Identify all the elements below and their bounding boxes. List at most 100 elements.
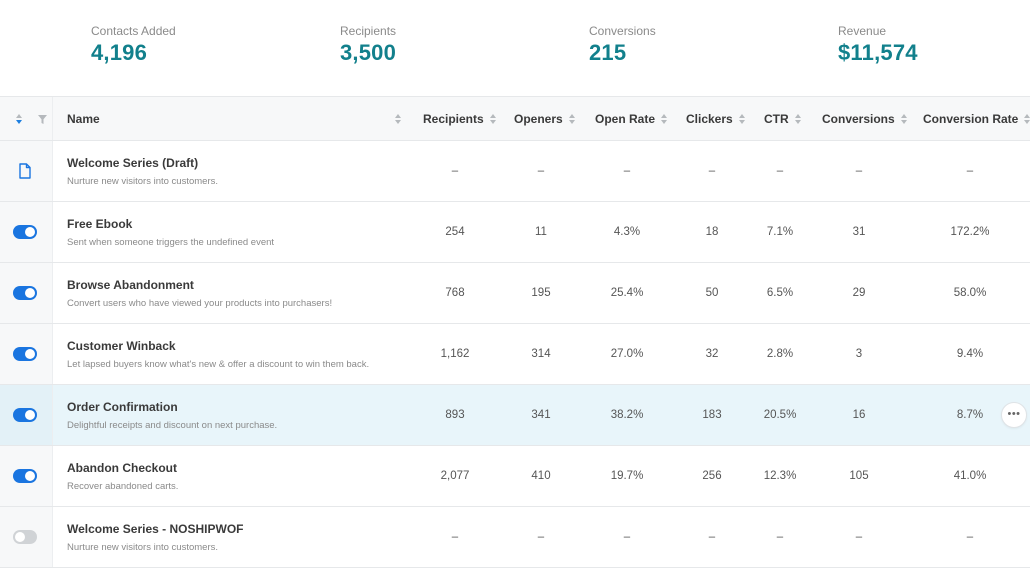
column-header-recipients[interactable]: Recipients <box>423 97 497 141</box>
cell-open-rate: – <box>623 531 631 543</box>
sort-icon[interactable] <box>395 114 402 125</box>
row-status-cell <box>0 385 53 445</box>
more-options-button[interactable]: ••• <box>1001 402 1027 428</box>
cell-conversion-rate: – <box>966 531 974 543</box>
status-toggle[interactable] <box>13 347 37 361</box>
toggle-knob <box>25 349 35 359</box>
cell-recipients: 768 <box>445 287 465 299</box>
cell-conversions: 31 <box>852 226 866 238</box>
column-header-name[interactable]: Name <box>67 97 100 141</box>
cell-ctr: – <box>776 165 784 177</box>
row-status-cell <box>0 507 53 567</box>
stats-summary: Contacts Added 4,196 Recipients 3,500 Co… <box>0 0 1030 96</box>
table-row[interactable]: Customer Winback Let lapsed buyers know … <box>0 324 1030 385</box>
cell-ctr: 7.1% <box>766 226 794 238</box>
cell-recipients: – <box>451 165 459 177</box>
status-toggle[interactable] <box>13 225 37 239</box>
sort-icon[interactable] <box>16 114 23 125</box>
column-label: Name <box>67 112 100 126</box>
stat-label: Contacts Added <box>91 24 176 38</box>
cell-conversion-rate: 41.0% <box>953 470 987 482</box>
stat-value: 3,500 <box>340 40 397 65</box>
flow-name[interactable]: Free Ebook <box>67 217 132 231</box>
flow-description: Convert users who have viewed your produ… <box>67 298 333 309</box>
cell-openers: – <box>537 531 545 543</box>
cell-clickers: – <box>708 165 716 177</box>
cell-openers: 341 <box>531 409 551 421</box>
cell-ctr: 12.3% <box>763 470 797 482</box>
stat-revenue: Revenue $11,574 <box>838 24 918 66</box>
column-header-conversion-rate[interactable]: Conversion Rate <box>923 97 1030 141</box>
cell-recipients: 254 <box>445 226 465 238</box>
cell-clickers: 183 <box>702 409 722 421</box>
cell-conversion-rate: 58.0% <box>953 287 987 299</box>
cell-clickers: – <box>708 531 716 543</box>
cell-conversions: 16 <box>852 409 866 421</box>
column-label: Clickers <box>686 112 733 126</box>
flow-description: Delightful receipts and discount on next… <box>67 420 278 431</box>
cell-conversions: 105 <box>849 470 869 482</box>
cell-open-rate: 19.7% <box>610 470 644 482</box>
flow-name[interactable]: Customer Winback <box>67 339 176 353</box>
stat-label: Conversions <box>589 24 656 38</box>
cell-conversions: 3 <box>855 348 863 360</box>
filter-icon[interactable] <box>38 115 47 124</box>
cell-openers: 11 <box>535 226 547 238</box>
table-header: Name Recipients Openers Open Rate Clicke… <box>0 96 1030 141</box>
cell-clickers: 50 <box>705 287 719 299</box>
toggle-knob <box>25 410 35 420</box>
document-icon <box>19 163 31 179</box>
cell-openers: 410 <box>531 470 551 482</box>
cell-open-rate: 25.4% <box>610 287 644 299</box>
cell-recipients: 1,162 <box>440 348 470 360</box>
cell-open-rate: 27.0% <box>610 348 644 360</box>
cell-conversion-rate: 9.4% <box>956 348 984 360</box>
stat-value: $11,574 <box>838 40 918 65</box>
table-row[interactable]: Abandon Checkout Recover abandoned carts… <box>0 446 1030 507</box>
flow-name[interactable]: Order Confirmation <box>67 400 178 414</box>
flow-name[interactable]: Abandon Checkout <box>67 461 177 475</box>
cell-openers: 314 <box>531 348 551 360</box>
row-status-cell <box>0 324 53 384</box>
cell-conversion-rate: 8.7% <box>956 409 984 421</box>
cell-open-rate: 4.3% <box>613 226 641 238</box>
column-header-open-rate[interactable]: Open Rate <box>595 97 668 141</box>
row-status-cell <box>0 446 53 506</box>
control-column-header <box>0 97 53 140</box>
column-header-clickers[interactable]: Clickers <box>686 97 746 141</box>
toggle-knob <box>25 471 35 481</box>
column-label: CTR <box>764 112 789 126</box>
toggle-knob <box>15 532 25 542</box>
flow-description: Recover abandoned carts. <box>67 481 179 492</box>
cell-conversions: 29 <box>852 287 866 299</box>
flow-name[interactable]: Welcome Series (Draft) <box>67 156 198 170</box>
column-label: Conversions <box>822 112 895 126</box>
cell-ctr: – <box>776 531 784 543</box>
flow-description: Let lapsed buyers know what's new & offe… <box>67 359 370 370</box>
sort-icon <box>738 114 746 125</box>
cell-clickers: 32 <box>705 348 719 360</box>
cell-ctr: 2.8% <box>766 348 794 360</box>
column-label: Recipients <box>423 112 484 126</box>
status-toggle[interactable] <box>13 408 37 422</box>
column-header-openers[interactable]: Openers <box>514 97 576 141</box>
table-row[interactable]: Order Confirmation Delightful receipts a… <box>0 385 1030 446</box>
cell-openers: 195 <box>531 287 551 299</box>
column-label: Conversion Rate <box>923 112 1019 126</box>
cell-conversion-rate: – <box>966 165 974 177</box>
column-header-ctr[interactable]: CTR <box>764 97 802 141</box>
stat-recipients: Recipients 3,500 <box>340 24 396 66</box>
table-row[interactable]: Welcome Series (Draft) Nurture new visit… <box>0 141 1030 202</box>
flow-name[interactable]: Welcome Series - NOSHIPWOF <box>67 522 244 536</box>
status-toggle[interactable] <box>13 530 37 544</box>
cell-recipients: – <box>451 531 459 543</box>
status-toggle[interactable] <box>13 286 37 300</box>
cell-conversions: – <box>855 165 863 177</box>
column-header-conversions[interactable]: Conversions <box>822 97 908 141</box>
status-toggle[interactable] <box>13 469 37 483</box>
flow-description: Nurture new visitors into customers. <box>67 542 218 553</box>
table-row[interactable]: Browse Abandonment Convert users who hav… <box>0 263 1030 324</box>
table-row[interactable]: Welcome Series - NOSHIPWOF Nurture new v… <box>0 507 1030 568</box>
flow-name[interactable]: Browse Abandonment <box>67 278 194 292</box>
table-row[interactable]: Free Ebook Sent when someone triggers th… <box>0 202 1030 263</box>
